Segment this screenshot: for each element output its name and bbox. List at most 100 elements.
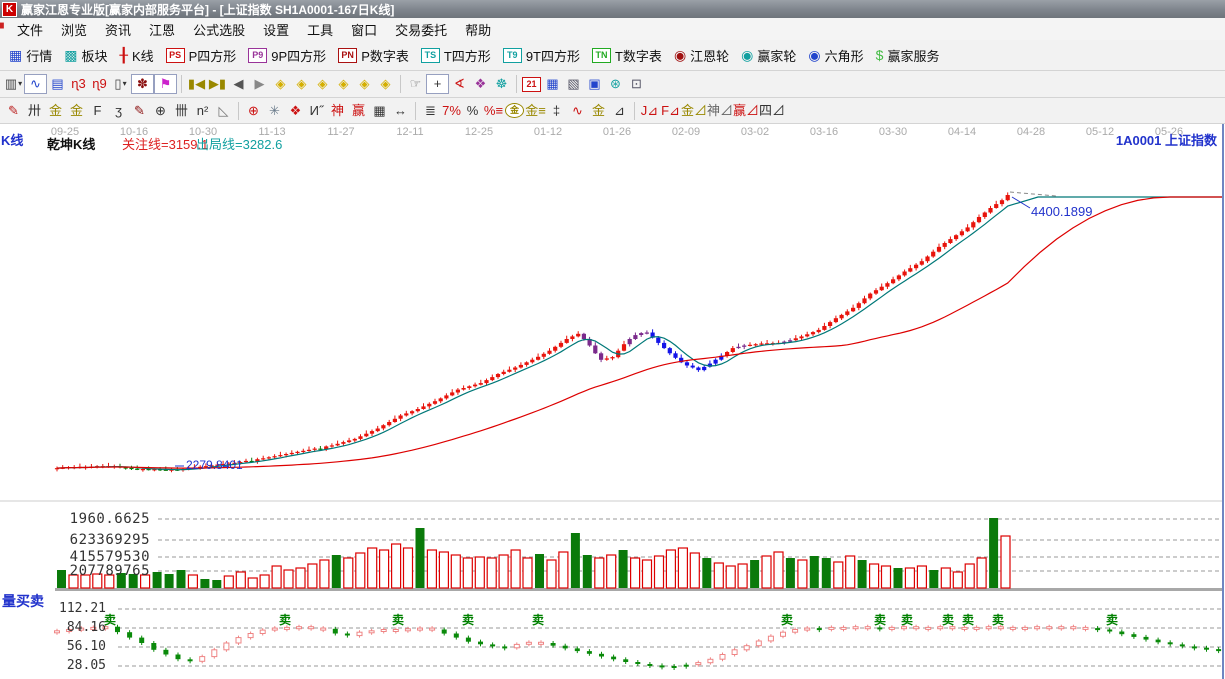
span-arrows-icon[interactable]: ↔ <box>390 101 411 121</box>
menu-item-8[interactable]: 交易委托 <box>386 20 456 39</box>
gann-wheel-button[interactable]: ◉江恩轮 <box>668 44 735 67</box>
ying-angle-icon[interactable]: 赢⊿ <box>733 101 759 121</box>
title-bar[interactable]: K 赢家江恩专业版[赢家内部服务平台] - [上证指数 SH1A0001-167… <box>0 0 1225 18</box>
menu-item-2[interactable]: 资讯 <box>96 20 140 39</box>
percent-levels-icon[interactable]: %≡ <box>483 101 504 121</box>
mini-chart3-icon[interactable]: ɳ3 <box>68 74 89 94</box>
diamond-nav2-icon[interactable]: ◈ <box>291 74 312 94</box>
volume-axis-label: 1960.6625 <box>0 511 150 527</box>
shen-angle-icon[interactable]: 神⊿ <box>707 101 733 121</box>
pen-levels-icon[interactable]: ‡ <box>546 101 567 121</box>
diamond-nav4-icon[interactable]: ◈ <box>333 74 354 94</box>
toolbar-separator <box>238 102 239 120</box>
f-ruler-icon[interactable]: F <box>87 101 108 121</box>
period-select-icon[interactable]: ▥▾ <box>3 74 24 94</box>
gold-ruler-b-icon[interactable]: 金 <box>66 101 87 121</box>
gold-ruler-a-icon[interactable]: 金 <box>45 101 66 121</box>
calendar-icon[interactable]: 21 <box>521 74 542 94</box>
f-angle-icon[interactable]: F⊿ <box>660 101 681 121</box>
hand-drag-icon[interactable]: ☞ <box>405 74 426 94</box>
ying-tool-icon-glyph: 赢 <box>352 102 365 120</box>
sectors-button[interactable]: ▩板块 <box>58 44 113 67</box>
diamond-nav5-icon[interactable]: ◈ <box>354 74 375 94</box>
p-square-button-label: P四方形 <box>189 46 237 65</box>
quote-marks-icon[interactable]: И˝ <box>306 101 327 121</box>
print-icon[interactable]: ⊡ <box>626 74 647 94</box>
last-page-icon[interactable]: ▶▮ <box>207 74 228 94</box>
long-ruler-icon[interactable]: 卌 <box>171 101 192 121</box>
ribbon-icon[interactable]: ❖ <box>470 74 491 94</box>
winner-service-button[interactable]: $赢家服务 <box>870 44 946 67</box>
menu-item-6[interactable]: 工具 <box>298 20 342 39</box>
panel-tab-kline[interactable]: K线 <box>1 130 23 149</box>
9p-square-button[interactable]: P99P四方形 <box>242 44 332 67</box>
angle-measure-icon[interactable]: ∢ <box>449 74 470 94</box>
clipboard-icon[interactable]: ▤ <box>47 74 68 94</box>
menu-item-9[interactable]: 帮助 <box>456 20 500 39</box>
diamond-nav6-icon[interactable]: ◈ <box>375 74 396 94</box>
save-icon[interactable]: ▣ <box>584 74 605 94</box>
gann-ruler-icon[interactable]: 卅 <box>24 101 45 121</box>
t-table-button[interactable]: TNT数字表 <box>586 44 668 67</box>
spider-web-icon[interactable]: ✳ <box>264 101 285 121</box>
percent7-icon[interactable]: 7% <box>441 101 462 121</box>
date-axis-label: 01-12 <box>528 126 568 138</box>
percent-icon[interactable]: % <box>462 101 483 121</box>
j-angle-icon[interactable]: J⊿ <box>639 101 660 121</box>
spiral-icon[interactable]: ʒ <box>108 101 129 121</box>
menu-item-0[interactable]: 文件 <box>8 20 52 39</box>
p-square-button[interactable]: PSP四方形 <box>160 44 243 67</box>
p-table-button[interactable]: PNP数字表 <box>332 44 415 67</box>
flag-icon[interactable]: ⚑ <box>154 74 177 94</box>
ying-tool-icon[interactable]: 赢 <box>348 101 369 121</box>
gann-bag-icon[interactable]: ✽ <box>131 74 154 94</box>
mirror-angle-icon[interactable]: ◺ <box>213 101 234 121</box>
net-computer-icon[interactable]: ⊛ <box>605 74 626 94</box>
gold-bars-icon[interactable]: 金 <box>588 101 609 121</box>
knot-icon[interactable]: ☸ <box>491 74 512 94</box>
prev-icon[interactable]: ◀ <box>228 74 249 94</box>
diamond-nav1-icon[interactable]: ◈ <box>270 74 291 94</box>
gold-circle-icon[interactable]: 金 <box>504 101 525 121</box>
cycle-circle-icon[interactable]: ⊕ <box>150 101 171 121</box>
save-icon-glyph: ▣ <box>588 75 600 93</box>
menu-item-1[interactable]: 浏览 <box>52 20 96 39</box>
menu-item-3[interactable]: 江恩 <box>140 20 184 39</box>
indicator-axis-label: 84.16 <box>0 620 106 635</box>
menu-item-7[interactable]: 窗口 <box>342 20 386 39</box>
window-chart-icon[interactable]: ∿ <box>24 74 47 94</box>
n-square-icon[interactable]: n² <box>192 101 213 121</box>
pencil-icon[interactable]: ✎ <box>3 101 24 121</box>
next-icon[interactable]: ▶ <box>249 74 270 94</box>
quotes-button-label: 行情 <box>26 46 52 65</box>
angle-line-icon[interactable]: ⊿ <box>609 101 630 121</box>
calculator-icon[interactable]: ▦ <box>542 74 563 94</box>
winner-wheel-button[interactable]: ◉赢家轮 <box>735 44 802 67</box>
wave-tool-icon[interactable]: ∿ <box>567 101 588 121</box>
candle-type-icon[interactable]: ▯▾ <box>110 74 131 94</box>
gold-levels-icon[interactable]: 金≡ <box>525 101 546 121</box>
t-square-button-label: T四方形 <box>444 46 491 65</box>
kline-button[interactable]: ╂K线 <box>114 44 160 67</box>
hexagon-button[interactable]: ◉六角形 <box>802 44 869 67</box>
quotes-button[interactable]: ▦行情 <box>3 44 58 67</box>
menu-item-4[interactable]: 公式选股 <box>184 20 254 39</box>
winner-service-button-label: 赢家服务 <box>887 46 939 65</box>
target-icon[interactable]: ⊕ <box>243 101 264 121</box>
first-page-icon[interactable]: ▮◀ <box>186 74 207 94</box>
diamond-nav3-icon[interactable]: ◈ <box>312 74 333 94</box>
menu-item-5[interactable]: 设置 <box>254 20 298 39</box>
marker-pen-icon[interactable]: ✎ <box>129 101 150 121</box>
kline-button-label: K线 <box>132 46 154 65</box>
shen-tool-icon[interactable]: 神 <box>327 101 348 121</box>
t-square-button[interactable]: TST四方形 <box>415 44 497 67</box>
9t-square-button[interactable]: T99T四方形 <box>497 44 586 67</box>
web-grid-icon[interactable]: ❖ <box>285 101 306 121</box>
gold-angle-icon[interactable]: 金⊿ <box>681 101 707 121</box>
level-steps-icon[interactable]: ≣ <box>420 101 441 121</box>
si-angle-icon[interactable]: 四⊿ <box>759 101 785 121</box>
crosshair-icon[interactable]: + <box>426 74 449 94</box>
notes-icon[interactable]: ▧ <box>563 74 584 94</box>
grid-123-icon[interactable]: ▦ <box>369 101 390 121</box>
mini-chart9-icon[interactable]: ɳ9 <box>89 74 110 94</box>
